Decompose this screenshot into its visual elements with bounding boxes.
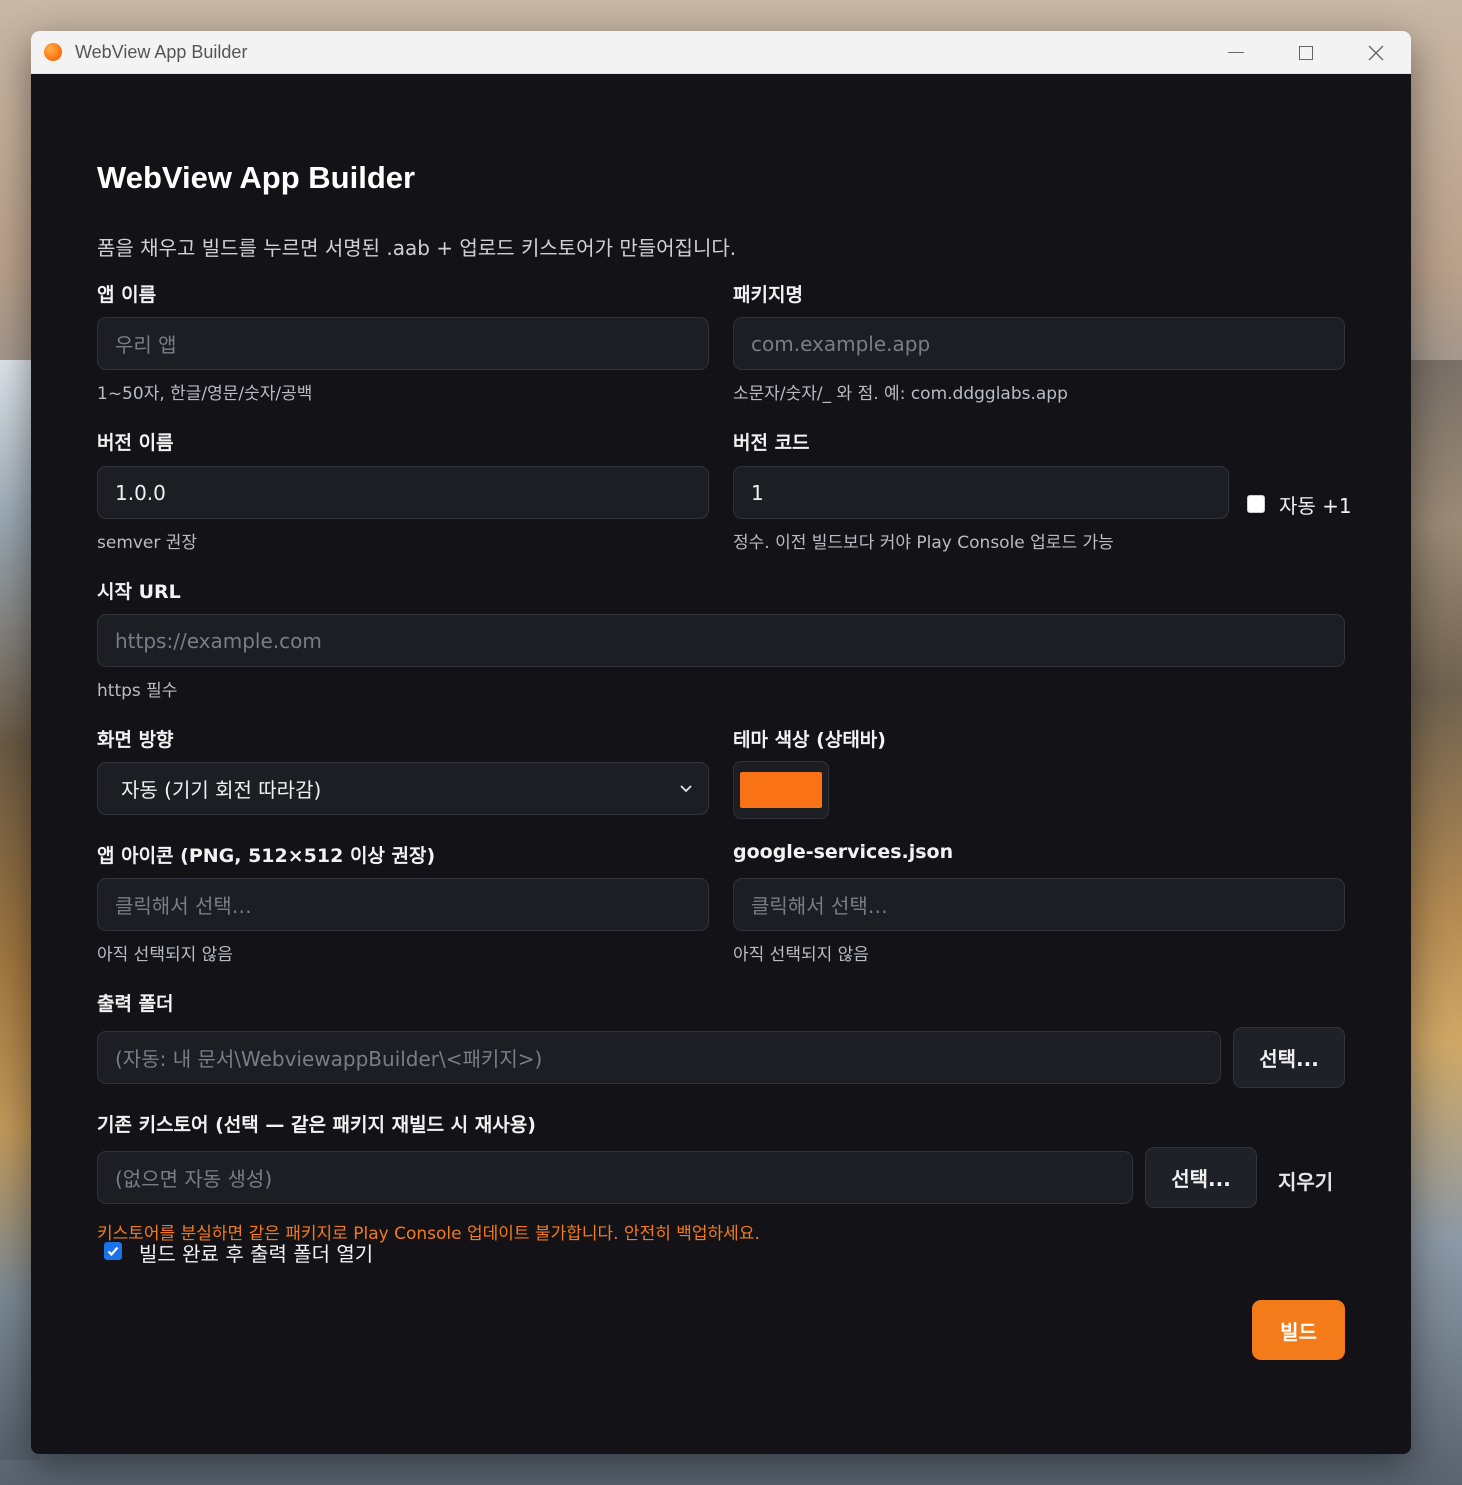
start-url-hint: https 필수 (97, 681, 178, 701)
app-name-input[interactable]: 우리 앱 (97, 317, 709, 370)
theme-color-picker[interactable] (733, 761, 829, 819)
keystore-label: 기존 키스토어 (선택 — 같은 패키지 재빌드 시 재사용) (97, 1114, 536, 1136)
keystore-clear-button[interactable]: 지우기 (1278, 1166, 1333, 1195)
app-name-label: 앱 이름 (97, 284, 157, 306)
google-services-label: google-services.json (733, 841, 954, 863)
maximize-button[interactable] (1271, 31, 1341, 74)
package-name-hint: 소문자/숫자/_ 와 점. 예: com.ddgglabs.app (733, 384, 1068, 404)
auto-increment-checkbox[interactable] (1247, 495, 1265, 513)
build-button[interactable]: 빌드 (1252, 1300, 1345, 1360)
desktop-wallpaper-right (1410, 360, 1462, 1460)
app-name-hint: 1~50자, 한글/영문/숫자/공백 (97, 384, 313, 404)
page-subtitle: 폼을 채우고 빌드를 누르면 서명된 .aab + 업로드 키스토어가 만들어집… (97, 236, 737, 260)
google-services-file-input[interactable]: 클릭해서 선택… (733, 878, 1345, 931)
output-folder-label: 출력 폴더 (97, 993, 174, 1015)
chevron-down-icon (680, 785, 692, 793)
app-icon-label: 앱 아이콘 (PNG, 512×512 이상 권장) (97, 845, 436, 867)
orientation-label: 화면 방향 (97, 729, 174, 751)
orientation-selected-value: 자동 (기기 회전 따라감) (121, 778, 322, 802)
version-name-label: 버전 이름 (97, 432, 174, 454)
app-logo-icon (44, 43, 62, 61)
close-icon (1368, 45, 1384, 60)
keystore-select-button[interactable]: 선택... (1145, 1147, 1257, 1208)
checkmark-icon (107, 1246, 119, 1257)
version-code-label: 버전 코드 (733, 432, 810, 454)
orientation-select[interactable]: 자동 (기기 회전 따라감) (97, 762, 709, 815)
start-url-input[interactable]: https://example.com (97, 614, 1345, 667)
app-window: WebView App Builder WebView App Builder … (31, 31, 1411, 1454)
minimize-button[interactable] (1201, 31, 1271, 74)
google-services-hint: 아직 선택되지 않음 (733, 945, 869, 965)
auto-increment-label: 자동 +1 (1279, 494, 1352, 518)
open-folder-checkbox[interactable] (104, 1242, 122, 1260)
version-name-input[interactable]: 1.0.0 (97, 466, 709, 519)
app-icon-file-input[interactable]: 클릭해서 선택… (97, 878, 709, 931)
maximize-icon (1299, 45, 1313, 60)
keystore-input[interactable]: (없으면 자동 생성) (97, 1151, 1133, 1204)
version-code-input[interactable]: 1 (733, 466, 1229, 519)
open-folder-label: 빌드 완료 후 출력 폴더 열기 (139, 1242, 374, 1266)
version-name-hint: semver 권장 (97, 533, 198, 553)
start-url-label: 시작 URL (97, 581, 181, 603)
app-icon-hint: 아직 선택되지 않음 (97, 945, 233, 965)
package-name-input[interactable]: com.example.app (733, 317, 1345, 370)
window-title: WebView App Builder (75, 41, 248, 62)
form-container: WebView App Builder 폼을 채우고 빌드를 누르면 서명된 .… (31, 74, 1411, 1454)
title-bar[interactable]: WebView App Builder (31, 31, 1411, 74)
window-controls (1201, 31, 1411, 74)
output-folder-input[interactable]: (자동: 내 문서\WebviewappBuilder\<패키지>) (97, 1031, 1221, 1084)
version-code-hint: 정수. 이전 빌드보다 커야 Play Console 업로드 가능 (733, 533, 1114, 553)
output-folder-select-button[interactable]: 선택... (1233, 1027, 1345, 1088)
minimize-icon (1228, 52, 1244, 53)
package-name-label: 패키지명 (733, 284, 803, 306)
page-title: WebView App Builder (97, 160, 416, 195)
close-button[interactable] (1341, 31, 1411, 74)
theme-color-label: 테마 색상 (상태바) (733, 729, 886, 751)
theme-color-swatch (740, 772, 822, 808)
